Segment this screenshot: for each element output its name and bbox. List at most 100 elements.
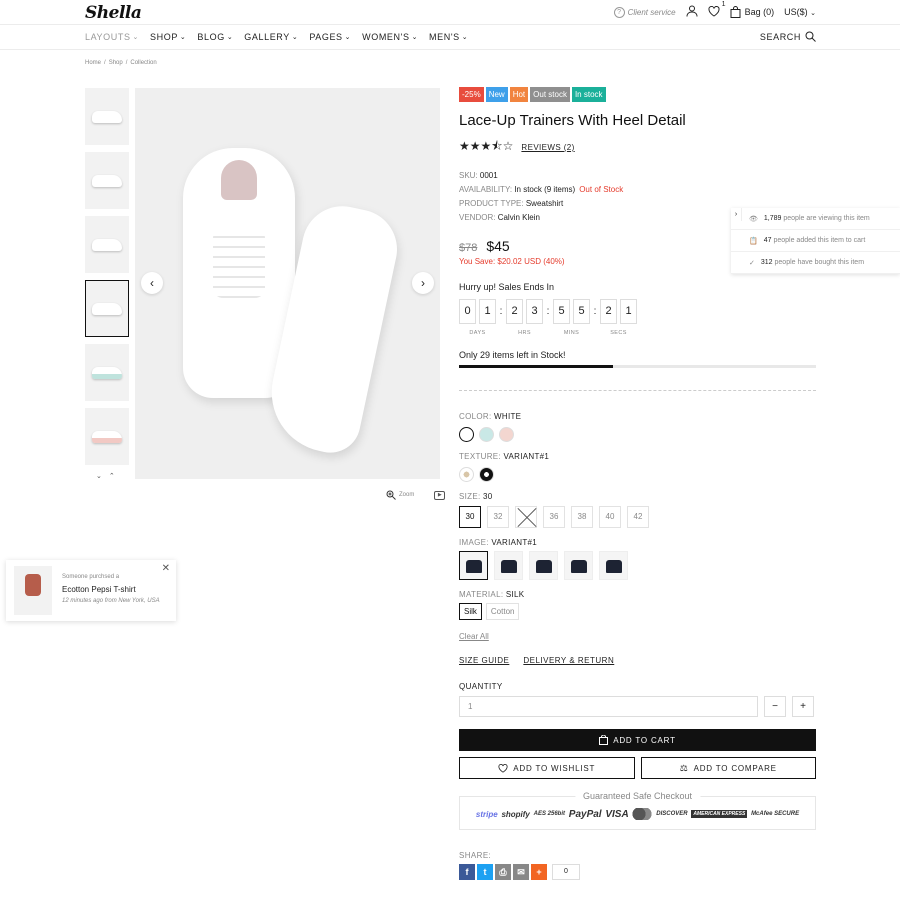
chevron-left-icon: ‹ <box>150 276 154 290</box>
close-icon[interactable]: ✕ <box>162 563 170 574</box>
thumbnail-3[interactable] <box>85 216 129 273</box>
nav-item-gallery[interactable]: GALLERY ⌄ <box>244 32 298 42</box>
color-swatch-white[interactable] <box>459 427 474 442</box>
add-to-wishlist-button[interactable]: ADD TO WISHLIST <box>459 757 635 779</box>
next-image-button[interactable]: › <box>412 272 434 294</box>
size-guide-link[interactable]: SIZE GUIDE <box>459 656 509 665</box>
client-service-link[interactable]: ? Client service <box>613 6 676 18</box>
add-to-cart-button[interactable]: ADD TO CART <box>459 729 816 751</box>
breadcrumb-shop[interactable]: Shop <box>109 60 123 66</box>
timer-label: MINS <box>563 330 580 336</box>
bag-link[interactable]: Bag (0) <box>730 6 774 18</box>
color-swatch-mint[interactable] <box>479 427 494 442</box>
mcafee-logo: McAfee SECURE <box>751 811 800 817</box>
timer-digit: 0 <box>459 299 476 324</box>
nav-menu: LAYOUTS ⌄ SHOP ⌄ BLOG ⌄ GALLERY ⌄ PAGES ⌄ WOM… <box>85 32 468 42</box>
size-option[interactable]: 38 <box>571 506 593 528</box>
nav-item-blog[interactable]: BLOG ⌄ <box>197 32 233 42</box>
panel-toggle-chevron-icon[interactable]: › <box>731 208 742 221</box>
quantity-label: QUANTITY <box>459 682 503 691</box>
image-variant-1[interactable] <box>459 551 488 580</box>
reviews-link[interactable]: REVIEWS (2) <box>521 143 574 152</box>
quantity-input[interactable]: 1 <box>459 696 758 717</box>
video-icon[interactable]: ▶ <box>434 490 446 500</box>
size-option[interactable]: 42 <box>627 506 649 528</box>
chevron-up-icon[interactable]: ⌃ <box>109 472 115 480</box>
nav-item-layouts[interactable]: LAYOUTS ⌄ <box>85 32 139 42</box>
size-option-unavailable[interactable]: 34 <box>515 506 537 528</box>
social-proof-panel: › 👁 1,789 people are viewing this item 📋 4… <box>731 208 900 274</box>
out-stock-badge: Out stock <box>530 87 570 102</box>
timer-digit: 2 <box>600 299 617 324</box>
wishlist-link[interactable]: 1 <box>708 1 726 19</box>
material-value: SILK <box>505 590 525 599</box>
shoe-laces <box>213 228 265 298</box>
texture-swatch-1[interactable] <box>459 467 474 482</box>
nav-item-label: GALLERY <box>244 32 290 42</box>
shoe-heel-detail <box>221 160 257 200</box>
size-option[interactable]: 32 <box>487 506 509 528</box>
delivery-return-link[interactable]: DELIVERY & RETURN <box>523 656 614 665</box>
material-option-cotton[interactable]: Cotton <box>485 603 520 620</box>
main-product-image[interactable]: ‹ › <box>135 88 440 479</box>
print-icon[interactable]: ⎙ <box>495 864 511 880</box>
material-options: Silk Cotton <box>459 603 816 620</box>
prev-image-button[interactable]: ‹ <box>141 272 163 294</box>
thumbnail-4[interactable] <box>85 280 129 337</box>
share-count: 0 <box>552 864 580 880</box>
viewing-row: 👁 1,789 people are viewing this item <box>731 208 900 230</box>
thumbnail-2[interactable] <box>85 152 129 209</box>
search-link[interactable]: SEARCH <box>760 31 816 42</box>
texture-swatches <box>459 467 816 482</box>
texture-swatch-2[interactable] <box>479 467 494 482</box>
search-label: SEARCH <box>759 31 801 42</box>
size-option[interactable]: 30 <box>459 506 481 528</box>
breadcrumb-home[interactable]: Home <box>85 60 101 66</box>
nav-item-shop[interactable]: SHOP ⌄ <box>150 32 186 42</box>
new-badge: New <box>485 87 508 102</box>
thumbnail-5[interactable] <box>85 344 129 401</box>
color-option-label: COLOR: WHITE <box>459 412 522 421</box>
size-option[interactable]: 40 <box>599 506 621 528</box>
availability-value: In stock (9 items) <box>514 185 576 194</box>
add-to-wishlist-label: ADD TO WISHLIST <box>513 763 596 773</box>
popup-product-name[interactable]: Ecotton Pepsi T-shirt <box>62 585 136 594</box>
popup-intro: Someone purchsed a <box>62 574 120 580</box>
image-variant-4[interactable] <box>564 551 593 580</box>
in-stock-badge: In stock <box>571 87 606 102</box>
material-option-silk[interactable]: Silk <box>459 603 482 620</box>
thumbnail-1[interactable] <box>85 88 129 145</box>
nav-item-mens[interactable]: MEN'S ⌄ <box>429 32 468 42</box>
nav-item-label: SHOP <box>150 32 178 42</box>
image-variant-2[interactable] <box>494 551 523 580</box>
image-variant-5[interactable] <box>599 551 628 580</box>
hot-badge: Hot <box>509 87 529 102</box>
thumbnail-6[interactable] <box>85 408 129 465</box>
secondary-actions: ADD TO WISHLIST ⚖ ADD TO COMPARE <box>459 757 816 779</box>
account-icon[interactable] <box>686 5 698 19</box>
color-swatch-pink[interactable] <box>499 427 514 442</box>
thumbnail-list <box>85 88 129 472</box>
size-value: 30 <box>483 492 493 501</box>
add-to-compare-button[interactable]: ⚖ ADD TO COMPARE <box>640 757 816 779</box>
logo[interactable]: Shella <box>85 3 142 23</box>
email-icon[interactable]: ✉ <box>513 864 529 880</box>
zoom-button[interactable]: Zoom <box>386 490 414 500</box>
chevron-down-icon: ⌄ <box>291 34 299 41</box>
clear-all-link[interactable]: Clear All <box>459 632 816 641</box>
quantity-plus-button[interactable]: + <box>792 696 814 717</box>
nav-item-label: LAYOUTS <box>85 32 131 42</box>
currency-selector[interactable]: US($) ⌄ <box>784 7 816 17</box>
badge-row: -25% New Hot Out stock In stock <box>459 87 816 102</box>
size-option[interactable]: 36 <box>543 506 565 528</box>
twitter-icon[interactable]: t <box>477 864 493 880</box>
timer-minutes: 55 MINS <box>553 299 590 336</box>
quantity-minus-button[interactable]: − <box>764 696 786 717</box>
plus-share-icon[interactable]: + <box>531 864 547 880</box>
chevron-down-icon[interactable]: ⌄ <box>96 472 102 480</box>
image-variant-3[interactable] <box>529 551 558 580</box>
recent-purchase-popup[interactable]: Someone purchsed a Ecotton Pepsi T-shirt… <box>6 560 176 621</box>
facebook-icon[interactable]: f <box>459 864 475 880</box>
nav-item-pages[interactable]: PAGES ⌄ <box>309 32 351 42</box>
nav-item-womens[interactable]: WOMEN'S ⌄ <box>362 32 418 42</box>
